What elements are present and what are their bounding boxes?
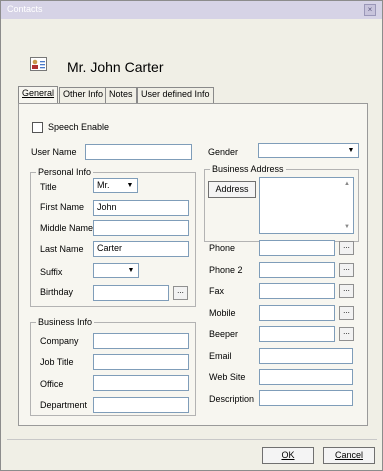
last-name-label: Last Name xyxy=(40,244,84,254)
speech-enable-label: Speech Enable xyxy=(48,122,110,132)
tab-user-defined-info[interactable]: User defined Info xyxy=(137,87,214,103)
phone-input[interactable] xyxy=(259,240,335,256)
footer-divider xyxy=(7,439,377,440)
beeper-input[interactable] xyxy=(259,326,335,342)
business-info-title: Business Info xyxy=(36,317,95,327)
gender-label: Gender xyxy=(208,147,239,157)
phone-label: Phone xyxy=(209,243,236,253)
company-label: Company xyxy=(40,336,79,346)
phone2-label: Phone 2 xyxy=(209,265,243,275)
contact-card-icon xyxy=(30,57,47,71)
chevron-down-icon[interactable]: ▼ xyxy=(125,265,137,276)
middle-name-label: Middle Name xyxy=(40,223,94,233)
chevron-down-icon[interactable]: ▼ xyxy=(345,145,357,156)
title-dropdown[interactable]: Mr. ▼ xyxy=(93,178,138,193)
fax-input[interactable] xyxy=(259,283,335,299)
suffix-label: Suffix xyxy=(40,267,63,277)
website-label: Web Site xyxy=(209,372,246,382)
gender-dropdown[interactable]: ▼ xyxy=(258,143,359,158)
job-title-label: Job Title xyxy=(40,357,74,367)
tab-notes[interactable]: Notes xyxy=(105,87,137,103)
birthday-input[interactable] xyxy=(93,285,169,301)
user-name-input[interactable] xyxy=(85,144,192,160)
first-name-input[interactable]: John xyxy=(93,200,189,216)
department-label: Department xyxy=(40,400,88,410)
phone2-ellipsis-button[interactable]: ... xyxy=(339,263,354,277)
scroll-down-icon[interactable]: ▼ xyxy=(344,224,350,230)
title-value: Mr. xyxy=(97,180,110,190)
description-input[interactable] xyxy=(259,390,353,406)
fax-label: Fax xyxy=(209,286,225,296)
personal-info-title: Personal Info xyxy=(36,167,94,177)
cancel-button[interactable]: Cancel xyxy=(323,447,375,464)
job-title-input[interactable] xyxy=(93,354,189,370)
fax-ellipsis-button[interactable]: ... xyxy=(339,284,354,298)
mobile-label: Mobile xyxy=(209,308,236,318)
department-input[interactable] xyxy=(93,397,189,413)
description-label: Description xyxy=(209,394,255,404)
tab-general[interactable]: General xyxy=(18,86,59,104)
chevron-down-icon[interactable]: ▼ xyxy=(124,180,136,191)
company-input[interactable] xyxy=(93,333,189,349)
window-title: Contacts xyxy=(7,4,43,14)
last-name-input[interactable]: Carter xyxy=(93,241,189,257)
contacts-window: Contacts × Mr. John Carter General Other… xyxy=(0,0,383,471)
beeper-label: Beeper xyxy=(209,329,239,339)
mobile-ellipsis-button[interactable]: ... xyxy=(339,306,354,320)
email-label: Email xyxy=(209,351,232,361)
title-label: Title xyxy=(40,182,57,192)
birthday-picker-button[interactable]: ... xyxy=(173,286,188,300)
office-label: Office xyxy=(40,379,64,389)
phone-ellipsis-button[interactable]: ... xyxy=(339,241,354,255)
birthday-label: Birthday xyxy=(40,287,74,297)
title-bar: Contacts × xyxy=(1,1,382,19)
ok-button[interactable]: OK xyxy=(262,447,314,464)
first-name-label: First Name xyxy=(40,202,85,212)
middle-name-input[interactable] xyxy=(93,220,189,236)
user-name-label: User Name xyxy=(31,147,77,157)
close-button[interactable]: × xyxy=(364,4,376,16)
office-input[interactable] xyxy=(93,375,189,391)
phone2-input[interactable] xyxy=(259,262,335,278)
beeper-ellipsis-button[interactable]: ... xyxy=(339,327,354,341)
suffix-dropdown[interactable]: ▼ xyxy=(93,263,139,278)
website-input[interactable] xyxy=(259,369,353,385)
address-textarea[interactable]: ▲ ▼ xyxy=(259,177,354,234)
mobile-input[interactable] xyxy=(259,305,335,321)
scroll-up-icon[interactable]: ▲ xyxy=(344,181,350,187)
email-input[interactable] xyxy=(259,348,353,364)
tab-other-info[interactable]: Other Info xyxy=(59,87,108,103)
contact-name-heading: Mr. John Carter xyxy=(67,59,164,75)
speech-enable-checkbox[interactable] xyxy=(32,122,43,133)
address-button[interactable]: Address xyxy=(208,181,256,198)
business-address-title: Business Address xyxy=(210,164,286,174)
